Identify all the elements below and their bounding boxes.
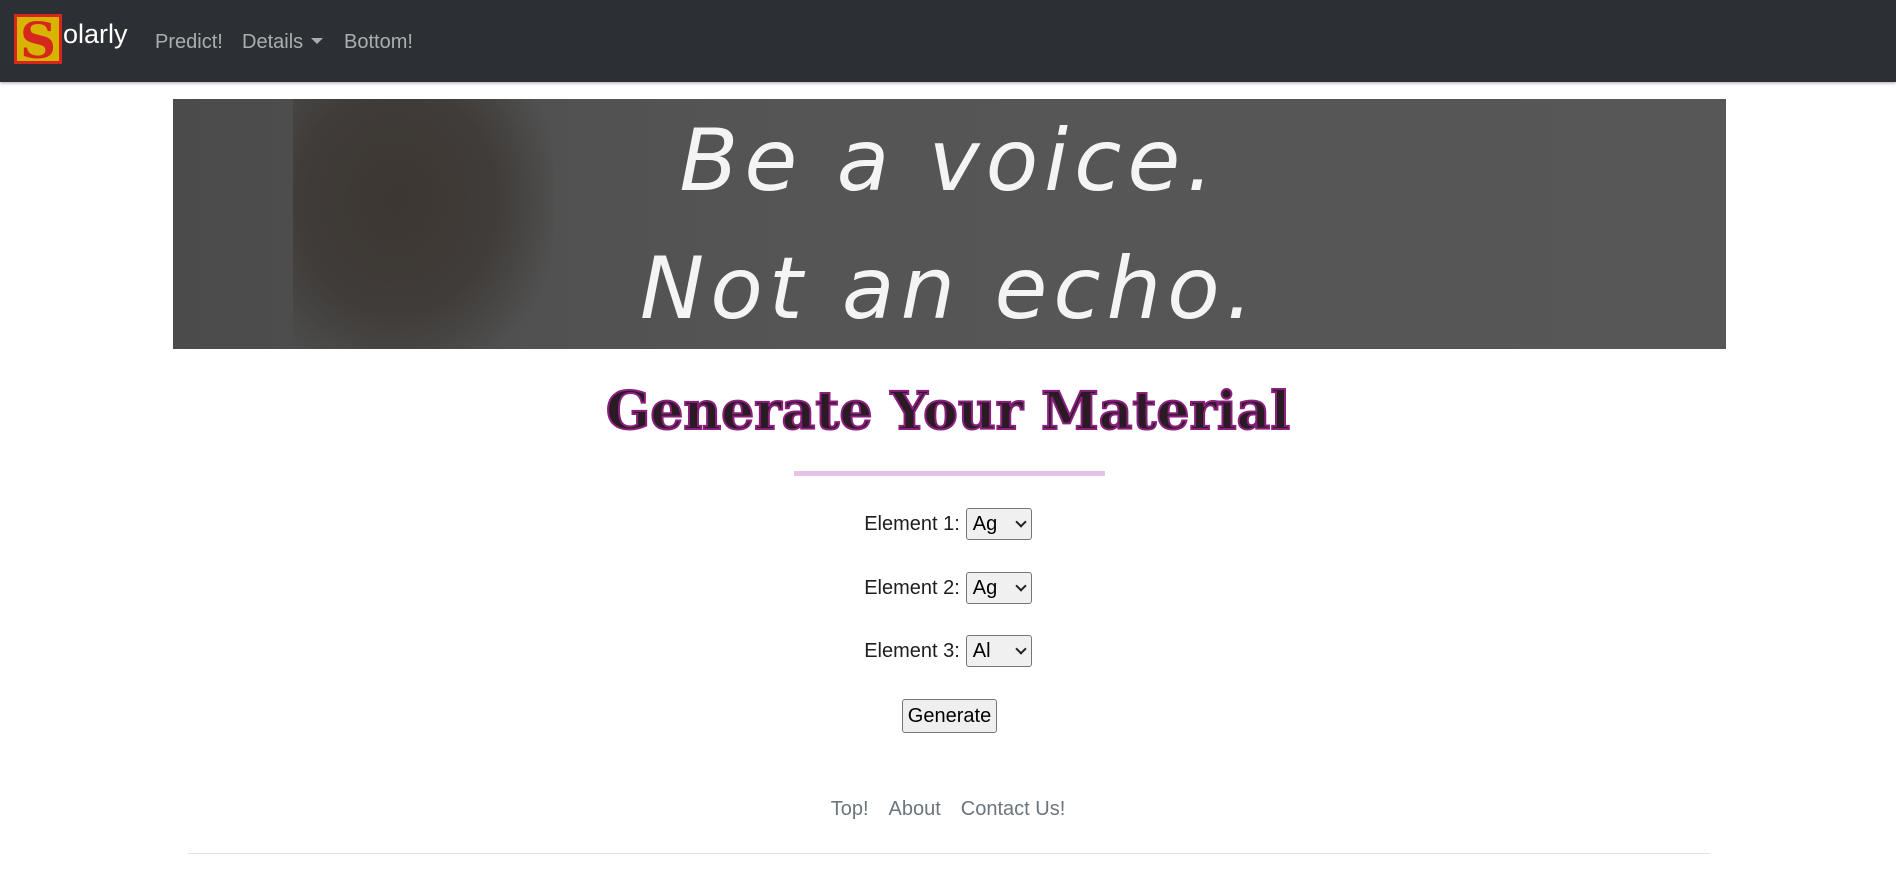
element-1-label: Element 1:	[864, 512, 960, 535]
element-3-value: Al	[972, 639, 991, 662]
footer-link-about[interactable]: About	[889, 798, 941, 821]
nav-dropdown-label: Details	[242, 31, 304, 53]
brand-name: olarly	[63, 18, 128, 49]
logo-icon: S	[14, 14, 62, 64]
nav-dropdown-details[interactable]: Details	[242, 29, 324, 55]
element-1-value: Ag	[972, 512, 998, 535]
footer-nav: Top! About Contact Us!	[0, 798, 1896, 821]
footer-link-top[interactable]: Top!	[831, 798, 869, 821]
chevron-down-icon	[1015, 516, 1027, 528]
element-2-label: Element 2:	[864, 576, 960, 599]
footer-link-contact[interactable]: Contact Us!	[961, 798, 1065, 821]
element-2-value: Ag	[972, 576, 998, 599]
nav-link-predict[interactable]: Predict!	[155, 29, 223, 55]
element-3-select[interactable]: Al	[965, 635, 1032, 667]
chevron-down-icon	[1015, 580, 1027, 592]
banner-quote-line-1: Be a voice.	[679, 111, 1220, 211]
footer-divider	[188, 853, 1710, 854]
logo-letter: S	[19, 14, 57, 64]
nav-link-bottom[interactable]: Bottom!	[344, 29, 413, 55]
generate-button[interactable]: Generate	[902, 699, 997, 733]
element-2-row: Element 2: Ag	[0, 572, 1896, 604]
banner-quote-line-2: Not an echo.	[639, 239, 1260, 339]
element-3-label: Element 3:	[864, 639, 960, 662]
element-3-row: Element 3: Al	[0, 635, 1896, 667]
top-navbar: S olarly Predict! Details Bottom!	[0, 0, 1896, 82]
element-2-select[interactable]: Ag	[965, 572, 1032, 604]
element-1-select[interactable]: Ag	[965, 508, 1032, 540]
title-divider	[794, 471, 1105, 476]
brand-logo-link[interactable]: S olarly	[14, 12, 128, 66]
chevron-down-icon	[1015, 643, 1027, 655]
element-1-row: Element 1: Ag	[0, 508, 1896, 540]
quote-banner-image: Be a voice. Not an echo.	[173, 99, 1726, 349]
caret-down-icon	[311, 38, 324, 44]
page-title: Generate Your Material	[605, 381, 1291, 443]
